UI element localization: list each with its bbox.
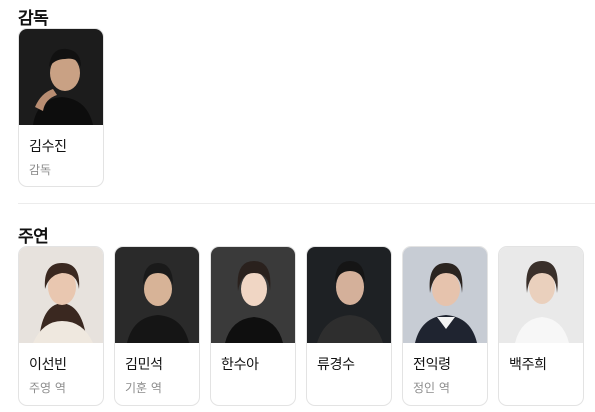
cast-photo [307,247,391,343]
person-card-cast[interactable]: 류경수 [306,246,392,406]
director-role: 감독 [29,163,52,177]
cast-photo [115,247,199,343]
cast-name: 전익령 [413,357,451,373]
person-card-cast[interactable]: 이선빈 주영 역 [18,246,104,406]
cast-photo [19,247,103,343]
cast-section-title: 주연 [18,227,49,247]
cast-name: 이선빈 [29,357,67,373]
section-divider [18,203,595,204]
person-card-cast[interactable]: 전익령 정인 역 [402,246,488,406]
cast-role: 기훈 역 [125,381,162,395]
cast-list: 이선빈 주영 역 김민석 기훈 역 한수아 류경수 전익령 정인 역 백주희 [18,246,584,406]
person-card-cast[interactable]: 김민석 기훈 역 [114,246,200,406]
director-name: 김수진 [29,139,67,155]
cast-role: 정인 역 [413,381,450,395]
person-card-director[interactable]: 김수진 감독 [18,28,104,187]
cast-name: 백주희 [509,357,547,373]
director-section-title: 감독 [18,9,49,29]
director-photo [19,29,103,125]
person-card-cast[interactable]: 한수아 [210,246,296,406]
cast-name: 김민석 [125,357,163,373]
cast-photo [499,247,583,343]
director-list: 김수진 감독 [18,28,104,187]
cast-role: 주영 역 [29,381,66,395]
cast-photo [403,247,487,343]
cast-name: 한수아 [221,357,259,373]
cast-name: 류경수 [317,357,355,373]
person-card-cast[interactable]: 백주희 [498,246,584,406]
cast-photo [211,247,295,343]
